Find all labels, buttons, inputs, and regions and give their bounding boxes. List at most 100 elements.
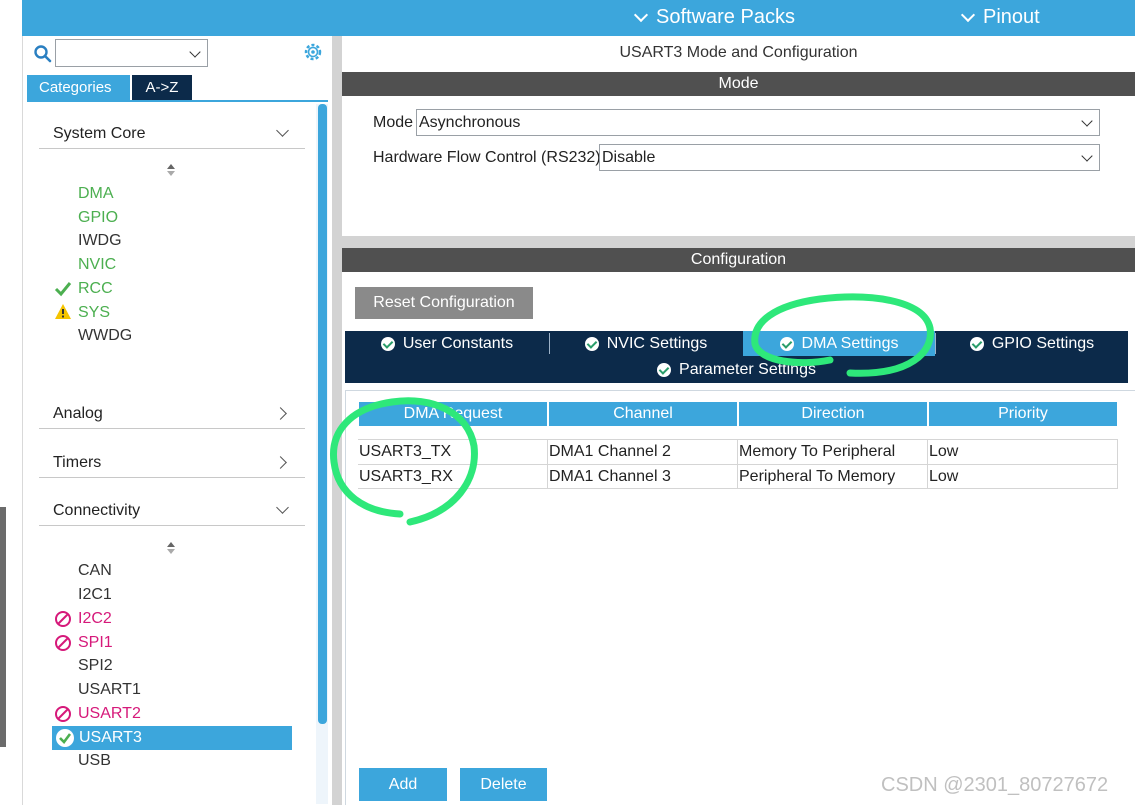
tab-label: DMA Settings xyxy=(801,335,899,352)
tab-dma-settings[interactable]: DMA Settings xyxy=(743,331,935,356)
table-cell-request: USART3_RX xyxy=(359,468,453,485)
tabs-underline xyxy=(27,100,328,102)
sort-arrows-icon[interactable] xyxy=(166,164,176,178)
mode-label: Mode xyxy=(373,114,414,131)
reset-configuration-button[interactable]: Reset Configuration xyxy=(355,287,533,319)
column-header-channel[interactable]: Channel xyxy=(549,402,737,426)
sidebar-item-iwdg[interactable]: IWDG xyxy=(78,230,122,252)
category-connectivity[interactable]: Connectivity xyxy=(39,496,305,526)
checkmark-icon xyxy=(54,282,72,297)
check-circle-icon xyxy=(380,336,395,351)
category-label: Connectivity xyxy=(53,502,141,519)
tab-user-constants[interactable]: User Constants xyxy=(345,331,549,356)
gear-icon[interactable] xyxy=(302,41,324,63)
sidebar-item-rcc[interactable]: RCC xyxy=(78,278,113,300)
flow-control-value: Disable xyxy=(602,149,656,166)
sidebar-item-i2c1[interactable]: I2C1 xyxy=(78,584,112,606)
chevron-down-icon xyxy=(1081,115,1093,127)
left-panel-border xyxy=(22,36,23,805)
software-packs-menu[interactable]: Software Packs xyxy=(633,6,795,29)
flow-control-label: Hardware Flow Control (RS232) xyxy=(373,149,601,166)
software-packs-label: Software Packs xyxy=(656,6,795,28)
table-cell-channel: DMA1 Channel 2 xyxy=(549,443,671,460)
category-label: System Core xyxy=(53,125,146,142)
sidebar-item-sys[interactable]: SYS xyxy=(78,302,110,324)
chevron-down-icon xyxy=(960,7,976,22)
category-label: Analog xyxy=(53,405,103,422)
tab-label: NVIC Settings xyxy=(606,335,708,352)
column-divider xyxy=(1117,439,1118,488)
window-edge-scrollbar[interactable] xyxy=(0,507,6,747)
chevron-down-icon xyxy=(633,7,649,22)
row-divider xyxy=(358,464,1118,465)
search-input[interactable] xyxy=(55,39,208,67)
watermark: CSDN @2301_80727672 xyxy=(881,774,1109,796)
disabled-icon xyxy=(55,706,71,722)
sidebar-item-dma[interactable]: DMA xyxy=(78,183,114,205)
row-divider xyxy=(358,439,1118,440)
tab-label: GPIO Settings xyxy=(991,335,1095,352)
category-system-core[interactable]: System Core xyxy=(39,119,305,149)
mode-select-value: Asynchronous xyxy=(419,114,521,131)
sidebar-item-i2c2[interactable]: I2C2 xyxy=(78,608,112,630)
pinout-label: Pinout xyxy=(983,6,1040,28)
chevron-down-icon xyxy=(189,46,201,58)
tab-label: User Constants xyxy=(402,335,514,352)
category-label: Timers xyxy=(53,454,102,471)
disabled-icon xyxy=(55,611,71,627)
tab-a-z[interactable]: A->Z xyxy=(132,75,192,101)
table-cell-request: USART3_TX xyxy=(359,443,452,460)
row-divider xyxy=(358,488,1118,489)
tab-label: Parameter Settings xyxy=(679,361,816,378)
table-cell-channel: DMA1 Channel 3 xyxy=(549,468,671,485)
flow-control-select[interactable]: Disable xyxy=(599,144,1100,171)
check-circle-icon xyxy=(779,336,794,351)
table-cell-direction: Memory To Peripheral xyxy=(739,443,896,460)
disabled-icon xyxy=(55,635,71,651)
mode-select[interactable]: Asynchronous xyxy=(416,109,1100,136)
tab-parameter-settings[interactable]: Parameter Settings xyxy=(345,357,1128,382)
chevron-down-icon xyxy=(1081,150,1093,162)
table-cell-priority: Low xyxy=(929,468,959,485)
sidebar-item-spi2[interactable]: SPI2 xyxy=(78,655,113,677)
chevron-right-icon xyxy=(274,407,287,420)
check-circle-icon xyxy=(584,336,599,351)
tab-gpio-settings[interactable]: GPIO Settings xyxy=(936,331,1128,356)
tab-nvic-settings[interactable]: NVIC Settings xyxy=(550,331,742,356)
check-circle-icon xyxy=(969,336,984,351)
sidebar-item-usart1[interactable]: USART1 xyxy=(78,679,141,701)
category-analog[interactable]: Analog xyxy=(39,399,305,429)
sidebar-item-nvic[interactable]: NVIC xyxy=(78,254,116,276)
mode-section-header: Mode xyxy=(342,72,1135,96)
column-divider xyxy=(737,439,738,488)
column-header-direction[interactable]: Direction xyxy=(739,402,927,426)
search-icon[interactable] xyxy=(33,44,53,64)
sidebar-item-gpio[interactable]: GPIO xyxy=(78,207,118,229)
column-divider xyxy=(927,439,928,488)
delete-button[interactable]: Delete xyxy=(460,768,547,801)
warning-icon xyxy=(55,304,71,319)
column-divider xyxy=(547,439,548,488)
sidebar-item-wwdg[interactable]: WWDG xyxy=(78,325,132,347)
tab-categories[interactable]: Categories xyxy=(27,75,130,101)
chevron-down-icon xyxy=(276,501,289,514)
column-header-dma-request[interactable]: DMA Request xyxy=(359,402,547,426)
sidebar-tabs: Categories A->Z xyxy=(27,75,192,101)
table-cell-priority: Low xyxy=(929,443,959,460)
table-cell-direction: Peripheral To Memory xyxy=(739,468,896,485)
sort-arrows-icon[interactable] xyxy=(166,542,176,556)
page-title: USART3 Mode and Configuration xyxy=(619,44,858,61)
pinout-menu[interactable]: Pinout xyxy=(960,6,1040,29)
sidebar-item-can[interactable]: CAN xyxy=(78,560,112,582)
pane-splitter[interactable] xyxy=(332,36,342,805)
sidebar-item-usart2[interactable]: USART2 xyxy=(78,703,141,725)
chevron-down-icon xyxy=(276,124,289,137)
sidebar-item-spi1[interactable]: SPI1 xyxy=(78,632,113,654)
add-button[interactable]: Add xyxy=(359,768,447,801)
sidebar-item-usb[interactable]: USB xyxy=(78,750,111,772)
column-header-priority[interactable]: Priority xyxy=(929,402,1117,426)
section-divider xyxy=(342,236,1135,248)
category-timers[interactable]: Timers xyxy=(39,448,305,478)
sidebar-item-usart3[interactable]: USART3 xyxy=(79,727,142,749)
sidebar-scroll-thumb[interactable] xyxy=(318,104,327,724)
